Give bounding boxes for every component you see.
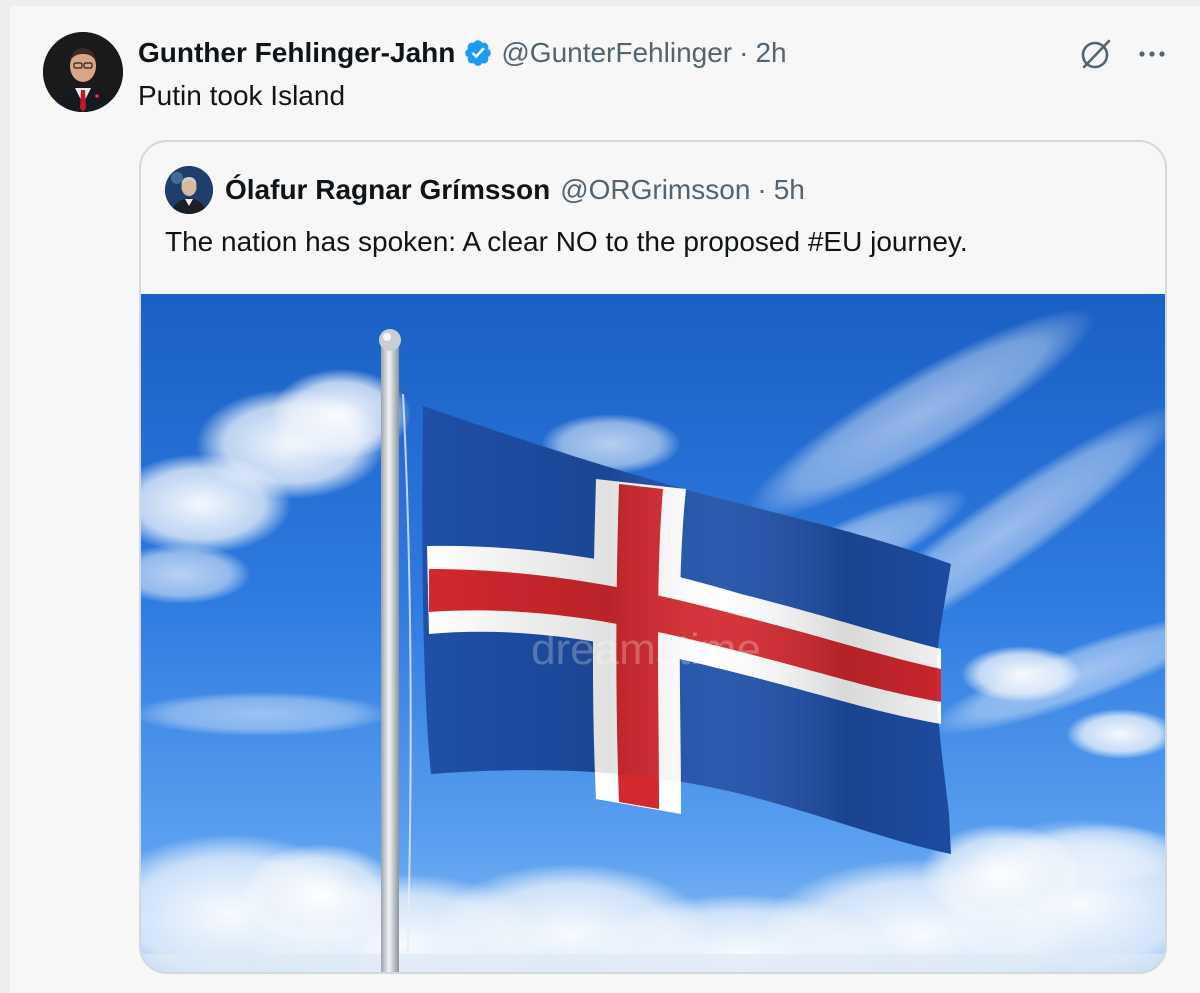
quoted-tweet-timestamp[interactable]: 5h [774, 174, 805, 206]
tweet-text: Putin took Island [138, 80, 346, 111]
separator-dot: · [739, 37, 749, 68]
author-avatar[interactable] [43, 32, 123, 112]
grok-icon[interactable] [1076, 34, 1116, 74]
quoted-tweet-header: Ólafur Ragnar Grímsson @ORGrimsson · 5h [225, 172, 805, 208]
tweet-timestamp[interactable]: 2h [755, 37, 786, 69]
separator-dot: · [757, 174, 767, 205]
author-handle[interactable]: @GunterFehlinger [501, 37, 732, 69]
verified-badge-icon [463, 38, 493, 68]
quoted-author-name[interactable]: Ólafur Ragnar Grímsson [225, 174, 550, 206]
quoted-author-handle[interactable]: @ORGrimsson [560, 174, 750, 206]
quoted-tweet-image[interactable]: dreamstime [141, 294, 1165, 972]
more-options-icon[interactable] [1132, 34, 1172, 74]
quoted-author-avatar[interactable] [165, 166, 213, 214]
author-name[interactable]: Gunther Fehlinger-Jahn [138, 37, 455, 69]
quoted-tweet-text: The nation has spoken: A clear NO to the… [165, 226, 968, 257]
quoted-tweet-card[interactable]: Ólafur Ragnar Grímsson @ORGrimsson · 5h … [139, 140, 1167, 974]
tweet-header: Gunther Fehlinger-Jahn @GunterFehlinger … [138, 34, 787, 72]
image-watermark: dreamstime [531, 625, 761, 674]
